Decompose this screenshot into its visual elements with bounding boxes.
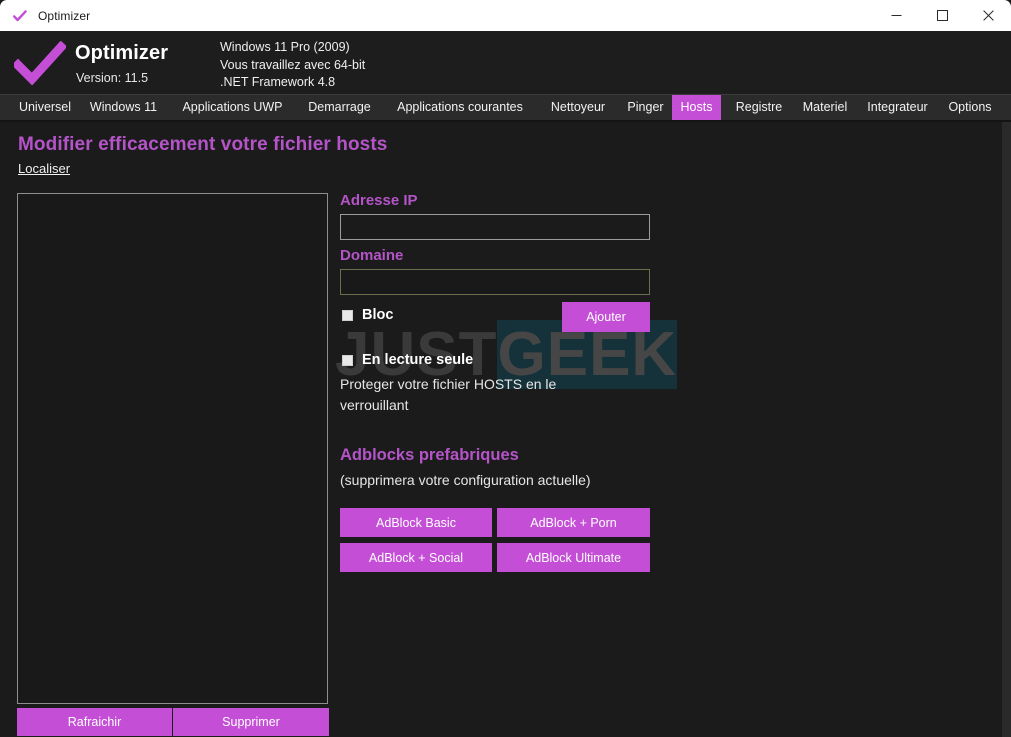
optimizer-logo-icon: [11, 40, 68, 86]
page-scrollbar-thumb[interactable]: [1002, 122, 1011, 737]
readonly-checkbox-row[interactable]: En lecture seule: [342, 352, 473, 368]
adblock-basic-button[interactable]: AdBlock Basic: [340, 508, 492, 537]
hosts-entries-listbox[interactable]: [17, 193, 328, 704]
tab-applications-courantes[interactable]: Applications courantes: [384, 95, 536, 120]
adblock-porn-button[interactable]: AdBlock + Porn: [497, 508, 650, 537]
window-title: Optimizer: [38, 8, 91, 23]
adblock-ultimate-button[interactable]: AdBlock Ultimate: [497, 543, 650, 572]
readonly-checkbox-label: En lecture seule: [362, 352, 474, 368]
app-checkmark-icon: [12, 8, 28, 24]
main-tab-bar: Universel Windows 11 Applications UWP Demar…: [0, 95, 1011, 120]
title-bar: Optimizer: [0, 0, 1011, 31]
refresh-button[interactable]: Rafraichir: [17, 708, 172, 736]
readonly-checkbox[interactable]: [342, 354, 353, 366]
tab-materiel[interactable]: Materiel: [794, 95, 856, 120]
adblocks-subtitle: (supprimera votre configuration actuelle…: [340, 472, 591, 488]
window-controls: [873, 0, 1011, 31]
minimize-button[interactable]: [873, 0, 919, 31]
system-info-os: Windows 11 Pro (2009): [220, 40, 350, 54]
page-content: JUSTGEEK Modifier efficacement votre fic…: [0, 122, 1011, 737]
tab-demarrage[interactable]: Demarrage: [300, 95, 379, 120]
bloc-checkbox-row[interactable]: Bloc: [342, 307, 393, 323]
app-version: Version: 11.5: [76, 71, 149, 85]
page-title: Modifier efficacement votre fichier host…: [18, 134, 388, 155]
tab-integrateur[interactable]: Integrateur: [858, 95, 937, 120]
maximize-button[interactable]: [919, 0, 965, 31]
ip-address-label: Adresse IP: [340, 192, 418, 209]
tab-registre[interactable]: Registre: [726, 95, 792, 120]
system-info-dotnet: .NET Framework 4.8: [220, 75, 336, 89]
page-scrollbar[interactable]: [1002, 122, 1011, 737]
optimizer-window: Optimizer Optimizer Version: 11.5 Window…: [0, 0, 1011, 737]
tab-universel[interactable]: Universel: [9, 95, 81, 120]
app-header: Optimizer Version: 11.5 Windows 11 Pro (…: [0, 31, 1011, 95]
app-name: Optimizer: [75, 42, 169, 64]
adblock-social-button[interactable]: AdBlock + Social: [340, 543, 492, 572]
bloc-checkbox[interactable]: [342, 309, 353, 321]
tab-nettoyeur[interactable]: Nettoyeur: [541, 95, 615, 120]
delete-button[interactable]: Supprimer: [173, 708, 329, 736]
domain-input[interactable]: [340, 269, 650, 295]
system-info: Windows 11 Pro (2009) Vous travaillez av…: [220, 39, 365, 92]
tab-applications-uwp[interactable]: Applications UWP: [170, 95, 295, 120]
close-button[interactable]: [965, 0, 1011, 31]
tab-windows-11[interactable]: Windows 11: [82, 95, 165, 120]
ip-address-input[interactable]: [340, 214, 650, 240]
system-info-arch: Vous travaillez avec 64-bit: [220, 57, 366, 72]
domain-label: Domaine: [340, 247, 404, 264]
bloc-checkbox-label: Bloc: [362, 307, 394, 323]
locate-link[interactable]: Localiser: [18, 161, 70, 176]
tab-options[interactable]: Options: [940, 95, 1000, 120]
readonly-description: Proteger votre fichier HOSTS en le verro…: [340, 376, 557, 413]
tab-hosts[interactable]: Hosts: [672, 95, 721, 120]
tab-pinger[interactable]: Pinger: [620, 95, 671, 120]
add-entry-button[interactable]: Ajouter: [562, 302, 650, 332]
adblocks-title: Adblocks prefabriques: [340, 446, 519, 464]
